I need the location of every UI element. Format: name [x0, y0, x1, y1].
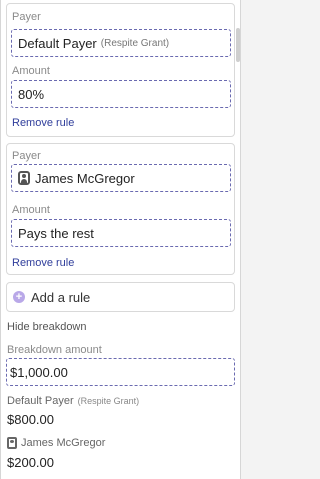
payer-select[interactable]: Default Payer (Respite Grant) [11, 29, 231, 57]
amount-value: Pays the rest [18, 225, 94, 241]
rule-card-2: Payer James McGregor Amount Pays the res… [6, 143, 235, 275]
amount-label: Amount [12, 204, 50, 216]
breakdown-payer-name: James McGregor [7, 437, 105, 449]
person-icon [7, 437, 17, 449]
breakdown-payer-sub: (Respite Grant) [77, 396, 140, 406]
hide-breakdown-link[interactable]: Hide breakdown [7, 321, 87, 333]
payer-value: James McGregor [35, 170, 135, 186]
add-rule-button[interactable]: + Add a rule [6, 282, 235, 312]
breakdown-amount-input[interactable]: $1,000.00 [6, 358, 235, 386]
breakdown-payer-name: Default Payer (Respite Grant) [7, 395, 139, 407]
add-rule-label: Add a rule [31, 289, 91, 305]
payer-label: Payer [12, 11, 41, 23]
breakdown-payer-label: Default Payer [7, 395, 74, 407]
person-icon [18, 171, 30, 185]
remove-rule-link[interactable]: Remove rule [12, 257, 74, 269]
payer-select[interactable]: James McGregor [11, 164, 231, 192]
breakdown-payer-label: James McGregor [21, 437, 106, 449]
payer-value: Default Payer [18, 35, 97, 51]
scrollbar[interactable] [236, 28, 240, 62]
payer-rules-panel: Payer Default Payer (Respite Grant) Amou… [0, 0, 241, 479]
remove-rule-link[interactable]: Remove rule [12, 117, 74, 129]
breakdown-payer-amount: $200.00 [7, 455, 54, 470]
amount-input[interactable]: Pays the rest [11, 219, 231, 247]
payer-label: Payer [12, 150, 41, 162]
rule-card-1: Payer Default Payer (Respite Grant) Amou… [6, 3, 235, 137]
breakdown-amount-value: $1,000.00 [10, 364, 68, 380]
amount-input[interactable]: 80% [11, 80, 231, 108]
breakdown-amount-label: Breakdown amount [7, 344, 102, 356]
amount-value: 80% [18, 86, 45, 102]
breakdown-payer-amount: $800.00 [7, 412, 54, 427]
plus-icon: + [13, 291, 25, 303]
payer-sub: (Respite Grant) [100, 37, 170, 49]
amount-label: Amount [12, 65, 50, 77]
